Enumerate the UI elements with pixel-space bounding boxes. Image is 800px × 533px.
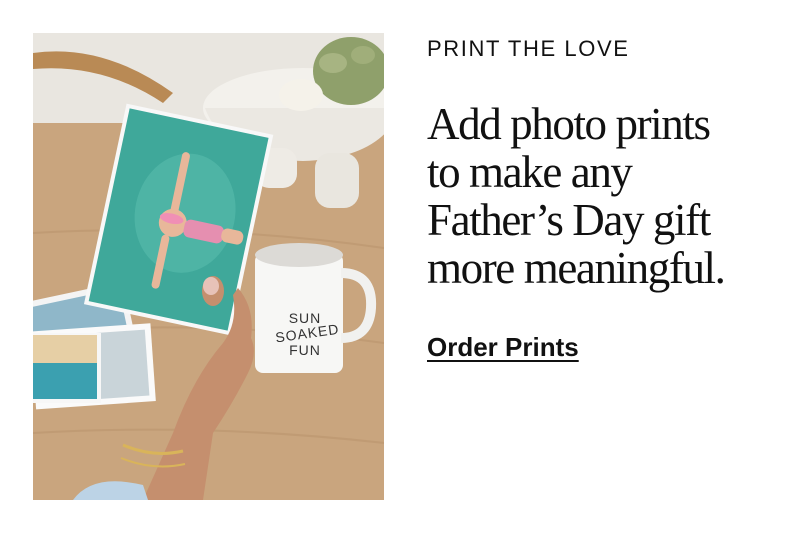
promo-eyebrow: PRINT THE LOVE bbox=[427, 36, 630, 61]
promo-headline: Add photo prints to make any Father’s Da… bbox=[427, 100, 777, 292]
mug-text-line-3: FUN bbox=[289, 342, 321, 358]
order-prints-link[interactable]: Order Prints bbox=[427, 332, 579, 363]
hero-photo: SUN SOAKED FUN bbox=[33, 33, 384, 500]
headline-line-3: Father’s Day gift bbox=[427, 195, 711, 245]
headline-line-1: Add photo prints bbox=[427, 99, 711, 149]
headline-line-2: to make any bbox=[427, 147, 633, 197]
headline-line-4: more meaningful. bbox=[427, 243, 726, 293]
